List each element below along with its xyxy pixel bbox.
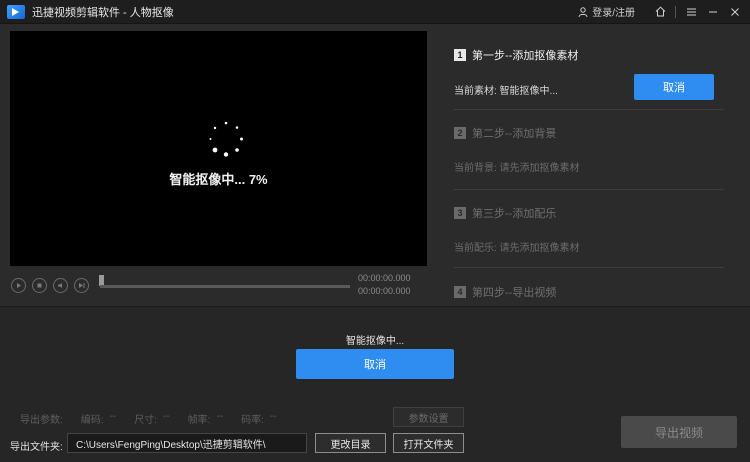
export-folder-label: 导出文件夹: [10,442,63,453]
progress-text: 智能抠像中... 7% [169,172,268,187]
step-1-title: 1 第一步--添加抠像素材 [454,47,578,63]
open-folder-button[interactable]: 打开文件夹 [393,433,464,453]
login-label: 登录/注册 [592,8,635,19]
step-1-status: 当前素材: 智能抠像中... [454,86,558,97]
stop-button[interactable] [32,278,47,293]
export-video-button[interactable]: 导出视频 [621,416,737,448]
total-time: 00:00:00.000 [358,286,411,296]
menu-icon [686,8,696,15]
play-icon [17,283,21,288]
home-icon [655,6,665,17]
volume-icon [57,283,62,288]
step-divider [454,267,724,268]
volume-button[interactable] [53,278,68,293]
bitrate-value: -- [269,411,277,422]
bitrate-label: 码率: [241,415,264,426]
play-button[interactable] [11,278,26,293]
title-bar: 迅捷视频剪辑软件 - 人物抠像 登录/注册 [0,0,750,24]
processing-status-text: 智能抠像中... [345,336,405,347]
codec-label: 编码: [80,415,104,426]
window-title: 迅捷视频剪辑软件 - 人物抠像 [32,6,174,19]
menu-button[interactable] [680,0,702,24]
next-frame-icon [78,283,84,288]
minimize-icon [709,11,717,12]
step-3-status: 当前配乐: 请先添加抠像素材 [454,243,580,254]
export-params: 导出参数: 编码: -- 尺寸: -- 帧率: -- 码率: -- [20,411,283,426]
codec-value: -- [109,411,117,422]
home-button[interactable] [649,0,671,24]
steps-panel: 1 第一步--添加抠像素材 当前素材: 智能抠像中... 取消 2 第二步--添… [442,31,744,301]
fps-value: -- [216,411,224,422]
step-3-title: 3 第三步--添加配乐 [454,205,556,221]
playback-controls: 00:00:00.000 00:00:00.000 [10,270,427,300]
minimize-button[interactable] [702,0,724,24]
processing-status-area: 智能抠像中... 取消 [0,307,750,397]
next-frame-button[interactable] [74,278,89,293]
change-directory-button[interactable]: 更改目录 [315,433,386,453]
size-label: 尺寸: [134,415,158,426]
timeline-bar[interactable] [100,285,350,288]
current-time: 00:00:00.000 [358,273,411,283]
close-button[interactable] [724,0,746,24]
step-divider [454,189,724,190]
loading-spinner-icon [209,121,243,157]
login-link[interactable]: 登录/注册 [578,4,635,19]
cancel-processing-button[interactable]: 取消 [296,349,454,379]
step-divider [454,109,724,110]
step-1-cancel-button[interactable]: 取消 [634,74,714,100]
fps-label: 帧率: [187,415,211,426]
param-settings-button[interactable]: 参数设置 [393,407,464,427]
video-preview: 智能抠像中... 7% [10,31,427,266]
size-value: -- [163,411,170,422]
step-2-title: 2 第二步--添加背景 [454,125,556,141]
user-icon [578,6,588,17]
export-folder-path[interactable]: C:\Users\FengPing\Desktop\迅捷剪辑软件\ [67,433,307,453]
app-logo-icon [7,4,25,19]
step-2-status: 当前背景: 请先添加抠像素材 [454,163,580,174]
stop-icon [37,283,42,288]
titlebar-divider [675,5,676,18]
close-icon [731,7,739,16]
export-params-label: 导出参数: [20,415,63,426]
step-4-title: 4 第四步--导出视频 [454,284,556,300]
